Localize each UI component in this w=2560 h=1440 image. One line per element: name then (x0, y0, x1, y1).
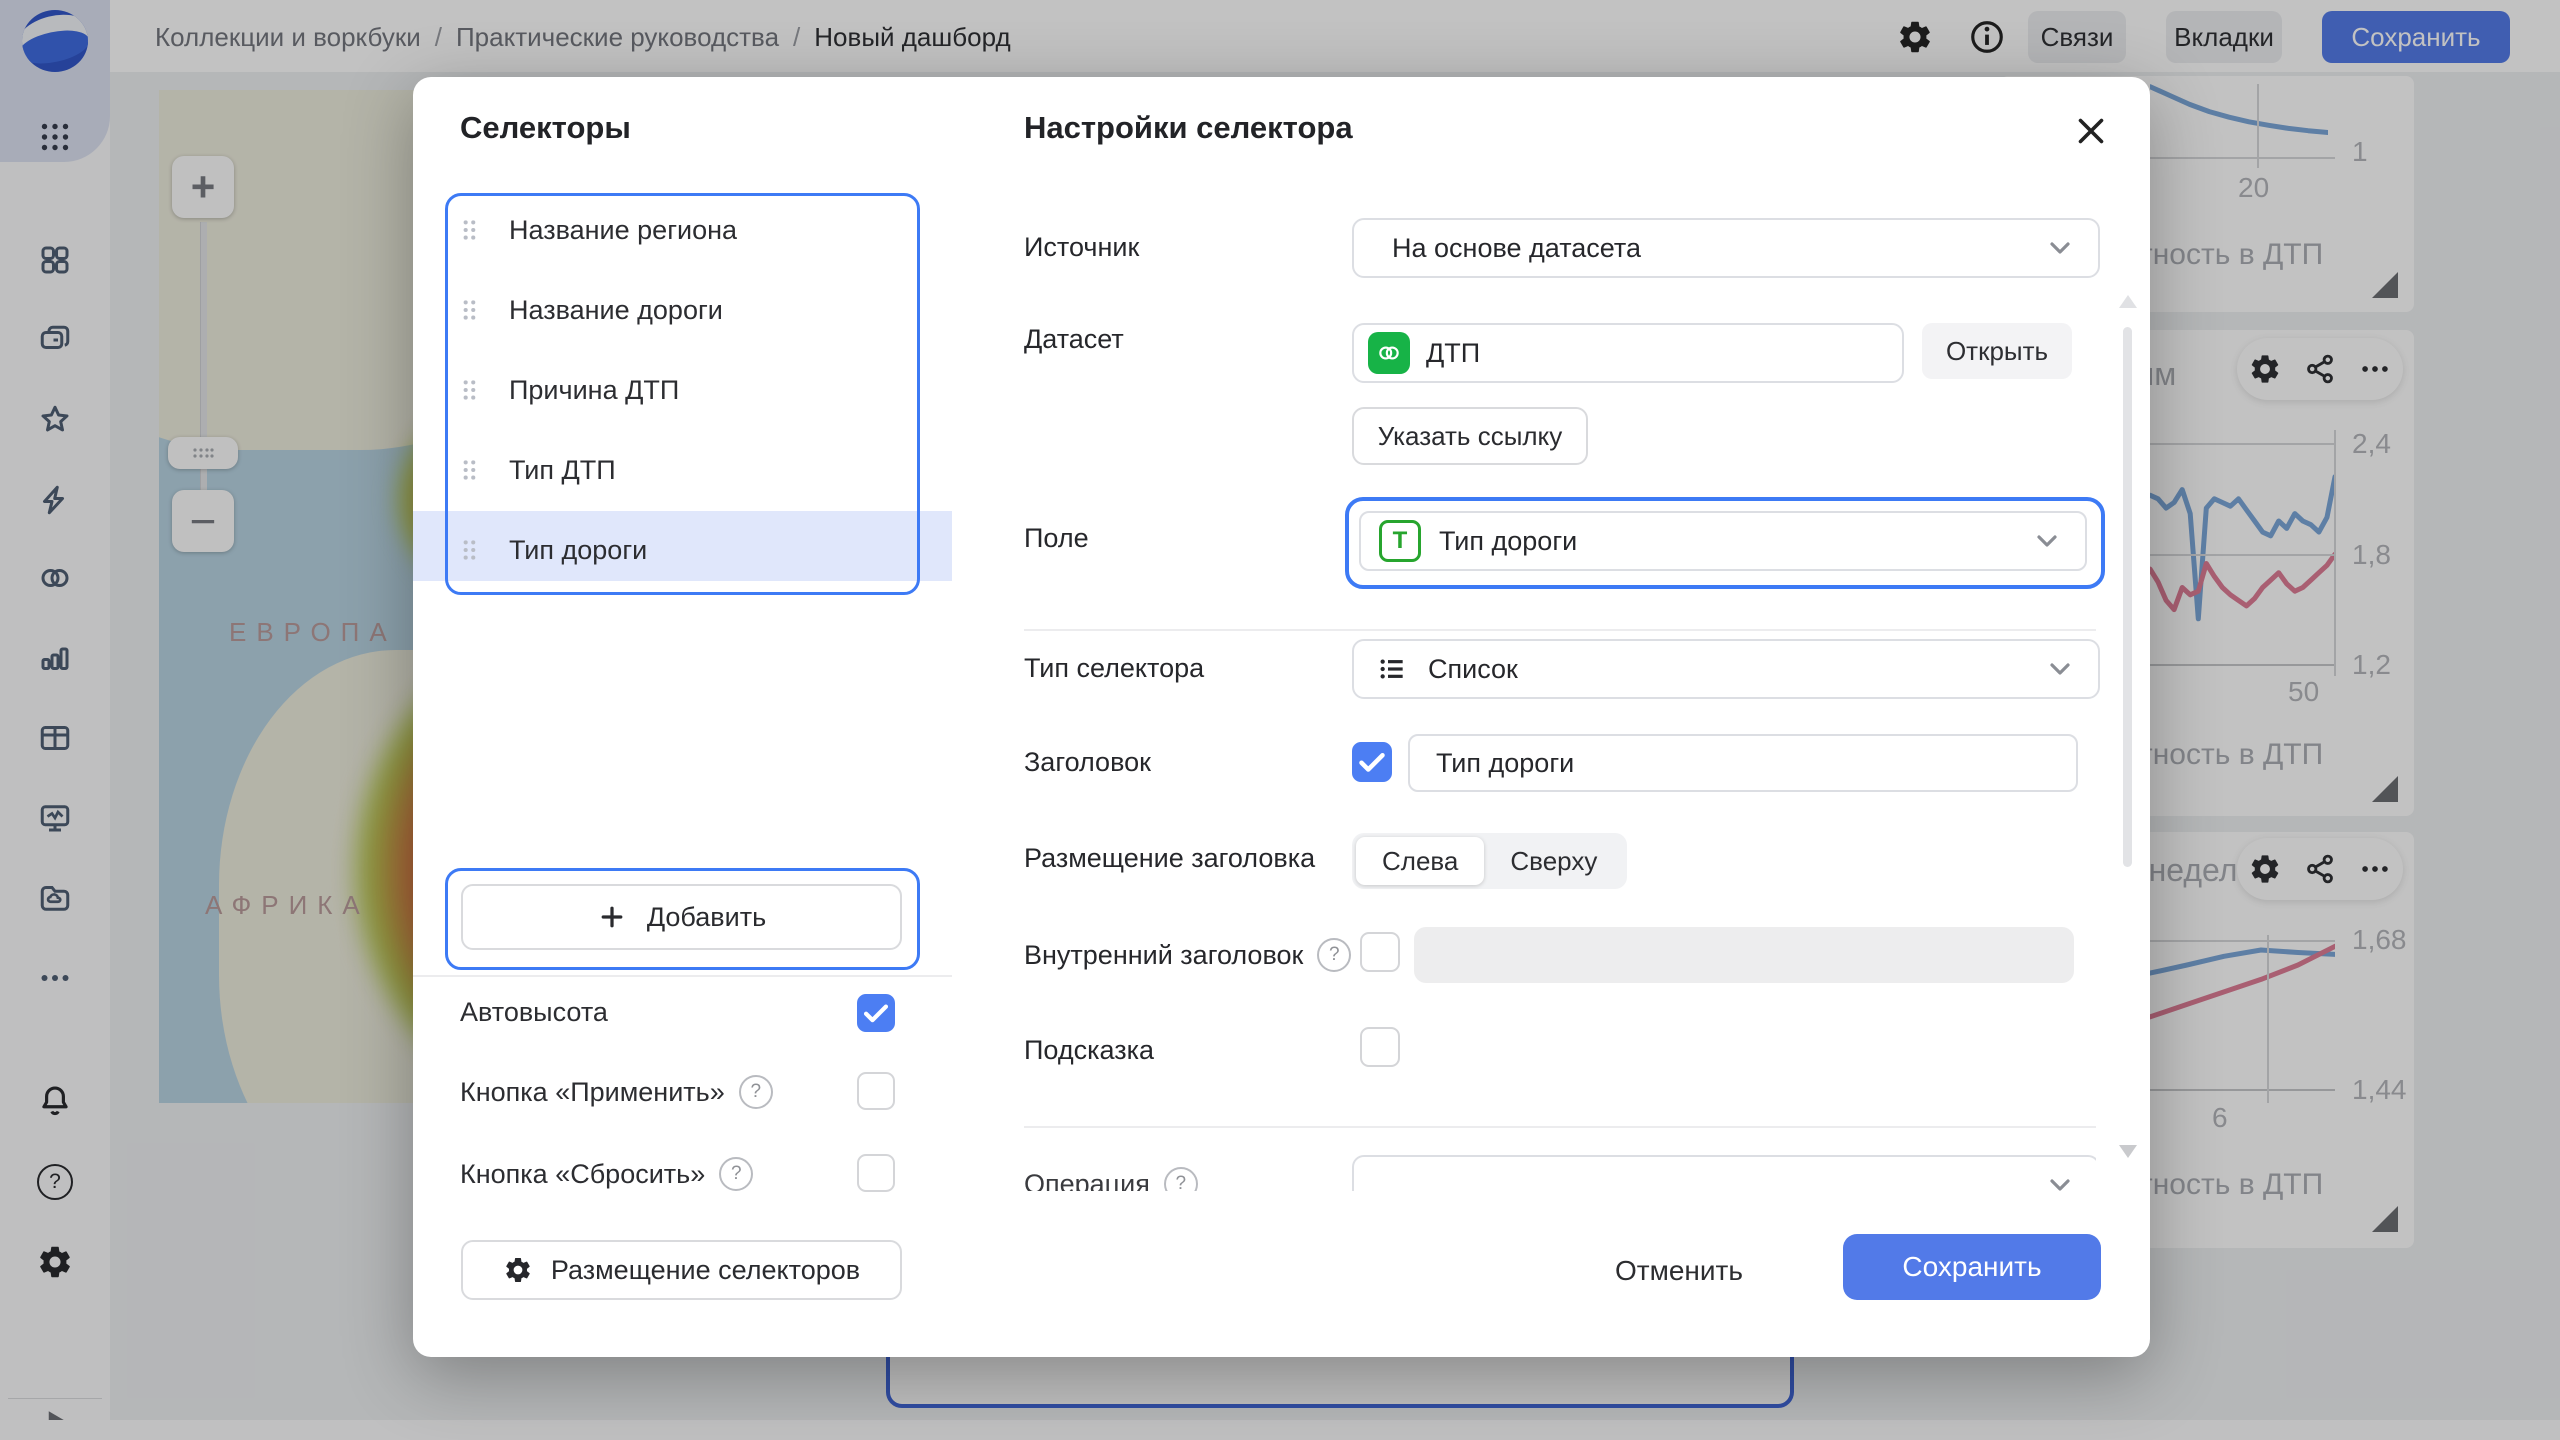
drag-handle-icon[interactable] (457, 296, 483, 324)
field-type-string-icon: T (1379, 520, 1421, 562)
selector-list-item[interactable]: Название дороги (457, 275, 723, 345)
operation-row-clipped: Операция? (1024, 1139, 2096, 1191)
reset-button-checkbox[interactable] (857, 1154, 895, 1192)
dataset-icon (1368, 332, 1410, 374)
selectors-placement-button[interactable]: Размещение селекторов (461, 1240, 902, 1300)
reset-button-label: Кнопка «Сбросить»? (460, 1157, 753, 1191)
chevron-down-icon (2044, 1169, 2076, 1191)
settings-divider-2 (1024, 1126, 2096, 1128)
header-label: Заголовок (1024, 747, 1151, 778)
operation-label: Операция? (1024, 1167, 1198, 1191)
autoheight-label: Автовысота (460, 997, 608, 1028)
title-placement-label: Размещение заголовка (1024, 843, 1315, 874)
drag-handle-icon[interactable] (457, 456, 483, 484)
list-icon (1376, 653, 1408, 685)
source-label: Источник (1024, 232, 1139, 263)
hint-checkbox[interactable] (1360, 1027, 1400, 1067)
inner-header-input-disabled (1414, 927, 2074, 983)
apply-button-checkbox[interactable] (857, 1072, 895, 1110)
left-panel-divider (413, 975, 952, 977)
title-placement-segmented: Слева Сверху (1352, 833, 1627, 889)
field-label: Поле (1024, 523, 1089, 554)
placement-option-left[interactable]: Слева (1356, 837, 1484, 885)
apply-button-label: Кнопка «Применить»? (460, 1075, 773, 1109)
selector-type-label: Тип селектора (1024, 653, 1204, 684)
selector-settings-modal: Селекторы Название региона Название доро… (413, 77, 2150, 1357)
scrollbar-thumb[interactable] (2123, 327, 2132, 867)
scroll-down-arrow[interactable] (2119, 1145, 2137, 1158)
field-select[interactable]: T Тип дороги (1359, 511, 2087, 571)
reset-help-icon[interactable]: ? (719, 1157, 753, 1191)
settings-panel-title: Настройки селектора (1024, 110, 1353, 146)
chevron-down-icon (2044, 232, 2076, 264)
drag-handle-icon[interactable] (457, 216, 483, 244)
chevron-down-icon (2031, 525, 2063, 557)
inner-header-help-icon[interactable]: ? (1317, 938, 1351, 972)
check-icon (859, 996, 893, 1030)
specify-link-button[interactable]: Указать ссылку (1352, 407, 1588, 465)
cancel-button[interactable]: Отменить (1615, 1255, 1743, 1287)
check-icon (1354, 744, 1390, 780)
selector-type-select[interactable]: Список (1352, 639, 2100, 699)
screen: Коллекции и воркбуки/Практические руково… (0, 0, 2560, 1440)
operation-help-icon[interactable]: ? (1164, 1167, 1198, 1191)
autoheight-checkbox[interactable] (857, 994, 895, 1032)
header-checkbox[interactable] (1352, 742, 1392, 782)
add-selector-button[interactable]: Добавить (461, 884, 902, 950)
settings-divider (1024, 629, 2096, 631)
operation-select[interactable] (1352, 1155, 2096, 1191)
save-selector-button[interactable]: Сохранить (1843, 1234, 2101, 1300)
open-dataset-button[interactable]: Открыть (1922, 323, 2072, 379)
dataset-field[interactable]: ДТП (1352, 323, 1904, 383)
hint-label: Подсказка (1024, 1035, 1154, 1066)
inner-header-checkbox[interactable] (1360, 932, 1400, 972)
drag-handle-icon[interactable] (457, 536, 483, 564)
dataset-venn-icon (1376, 340, 1402, 366)
drag-handle-icon[interactable] (457, 376, 483, 404)
selector-list-item[interactable]: Причина ДТП (457, 355, 679, 425)
apply-help-icon[interactable]: ? (739, 1075, 773, 1109)
scroll-up-arrow[interactable] (2119, 295, 2137, 308)
chevron-down-icon (2044, 653, 2076, 685)
placement-option-top[interactable]: Сверху (1484, 837, 1623, 885)
placement-gear-icon (503, 1255, 533, 1285)
dataset-label: Датасет (1024, 324, 1124, 355)
close-icon[interactable] (2073, 113, 2109, 149)
header-text-input[interactable]: Тип дороги (1408, 734, 2078, 792)
inner-header-label: Внутренний заголовок? (1024, 938, 1351, 972)
source-select[interactable]: На основе датасета (1352, 218, 2100, 278)
selector-list-item[interactable]: Тип ДТП (457, 435, 616, 505)
selectors-panel-title: Селекторы (460, 110, 631, 146)
plus-icon (597, 902, 627, 932)
selector-list-item-selected[interactable]: Тип дороги (457, 515, 647, 585)
selector-list-item[interactable]: Название региона (457, 195, 737, 265)
